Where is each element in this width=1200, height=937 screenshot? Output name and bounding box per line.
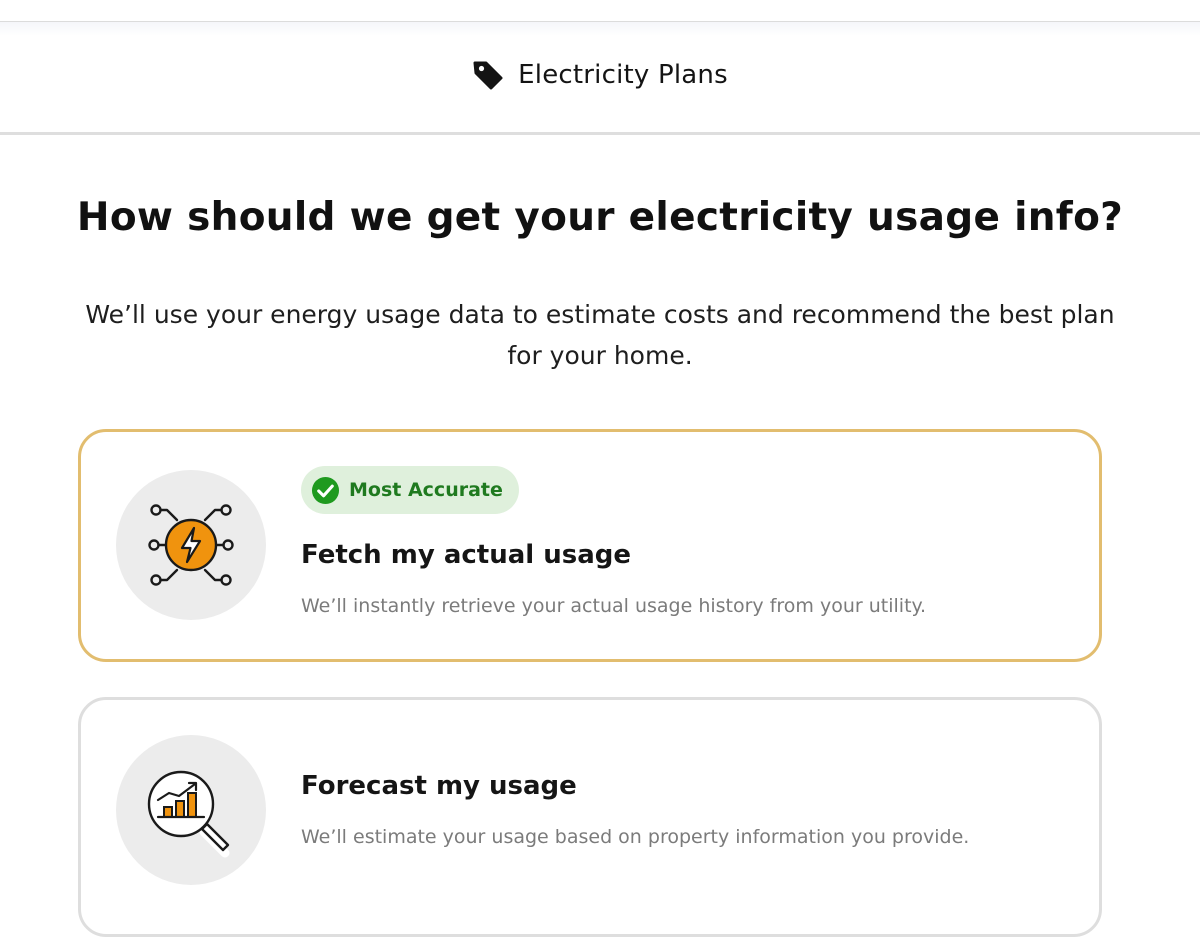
top-browser-strip (0, 0, 1200, 22)
page-subtext: We’ll use your energy usage data to esti… (85, 300, 1115, 370)
most-accurate-badge: Most Accurate (301, 466, 519, 514)
option-icon-circle (116, 470, 266, 620)
check-circle-icon (311, 476, 340, 504)
option-card-forecast-usage[interactable]: Forecast my usage We’ll estimate your us… (78, 697, 1102, 937)
tag-icon (473, 61, 503, 90)
option-card-fetch-usage[interactable]: Most Accurate Fetch my actual usage We’l… (78, 429, 1102, 662)
option-description: We’ll estimate your usage based on prope… (301, 826, 970, 848)
top-fade (0, 22, 1200, 36)
page-question: How should we get your electricity usage… (76, 195, 1124, 240)
chart-magnifier-icon (147, 770, 230, 858)
badge-label: Most Accurate (349, 479, 503, 501)
option-title: Fetch my actual usage (301, 540, 632, 570)
header-title: Electricity Plans (518, 60, 728, 90)
option-icon-circle (116, 735, 266, 885)
app-header: Electricity Plans (0, 36, 1200, 135)
option-description: We’ll instantly retrieve your actual usa… (301, 595, 927, 617)
option-title: Forecast my usage (301, 771, 577, 801)
header-brand: Electricity Plans (0, 59, 1200, 91)
lightning-network-icon (148, 504, 234, 586)
